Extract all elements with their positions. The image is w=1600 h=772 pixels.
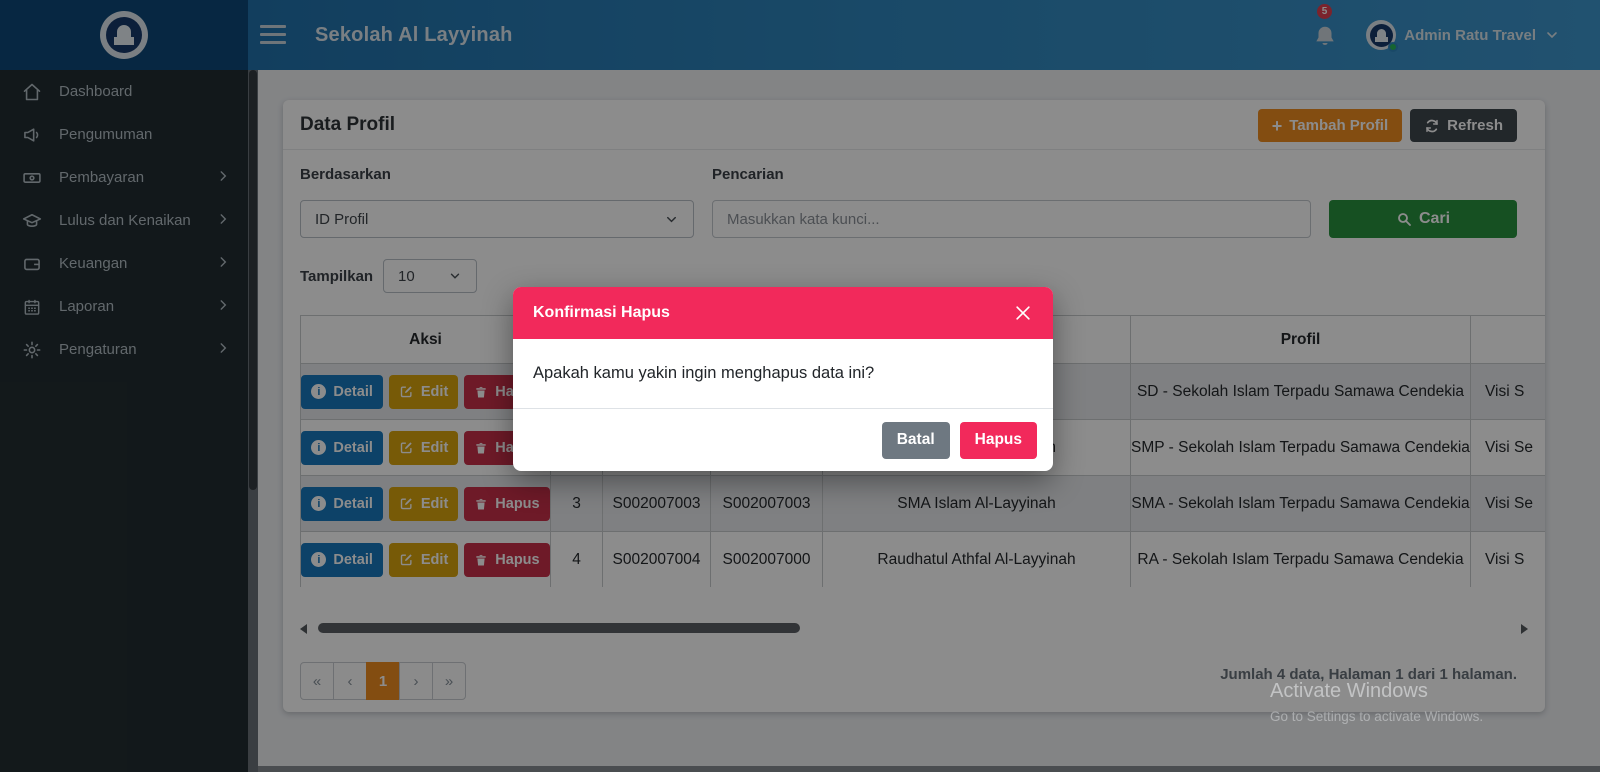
modal-message: Apakah kamu yakin ingin menghapus data i… bbox=[513, 339, 1053, 408]
batal-button[interactable]: Batal bbox=[882, 422, 950, 459]
close-icon[interactable] bbox=[1013, 303, 1033, 323]
windows-watermark: Activate Windows Go to Settings to activ… bbox=[1270, 680, 1483, 724]
modal-header: Konfirmasi Hapus bbox=[513, 287, 1053, 339]
app-window: Sekolah Al Layyinah 5 Admin Ratu Travel … bbox=[0, 0, 1600, 772]
hapus-confirm-button[interactable]: Hapus bbox=[960, 422, 1037, 459]
modal-footer: Batal Hapus bbox=[513, 408, 1053, 471]
modal-title: Konfirmasi Hapus bbox=[533, 304, 670, 322]
confirm-delete-modal: Konfirmasi Hapus Apakah kamu yakin ingin… bbox=[513, 287, 1053, 471]
